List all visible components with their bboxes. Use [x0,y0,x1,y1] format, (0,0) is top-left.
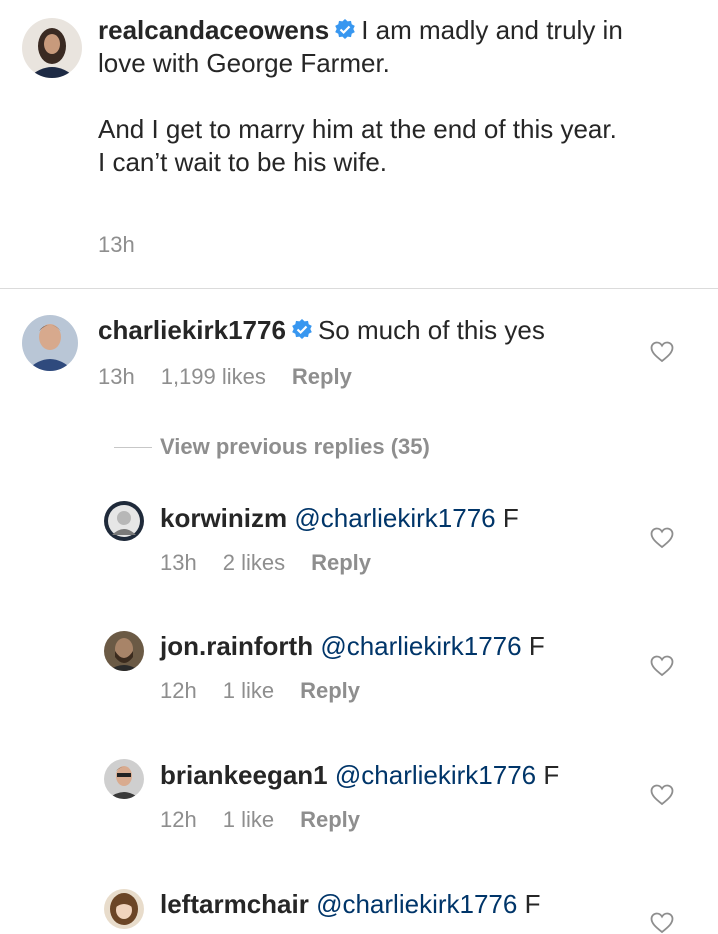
reply-timestamp: 12h [160,678,197,703]
reply-username[interactable]: briankeegan1 [160,760,328,790]
post-username[interactable]: realcandaceowens [98,15,329,45]
reply-timestamp: 12h [160,807,197,832]
reply-mention[interactable]: @charliekirk1776 [294,503,495,533]
verified-badge-icon [290,318,314,342]
comment-text: So much of this yes [317,315,545,345]
reply-meta: 12h 1 like Reply [160,807,386,833]
reply-mention[interactable]: @charliekirk1776 [335,760,536,790]
post-caption: realcandaceowens I am madly and truly in … [98,14,658,179]
comment-meta: 13h 1,199 likes Reply [98,364,378,390]
caption-line-3: I can’t wait to be his wife. [98,147,388,177]
avatar-leftarmchair[interactable] [104,889,144,929]
heart-icon[interactable] [650,527,674,549]
heart-icon[interactable] [650,912,674,934]
divider [0,288,718,289]
reply-mention[interactable]: @charliekirk1776 [316,889,517,919]
reply-text: F [502,503,519,533]
avatar-realcandaceowens[interactable] [22,18,82,78]
reply-text: F [543,760,560,790]
caption-line-2: And I get to marry him at the end of thi… [98,114,617,144]
heart-icon[interactable] [650,655,674,677]
comment-username[interactable]: charliekirk1776 [98,315,286,345]
comment-reply-button[interactable]: Reply [292,364,352,389]
heart-icon[interactable] [650,341,674,363]
heart-icon[interactable] [650,784,674,806]
comment-timestamp: 13h [98,364,135,389]
post-timestamp: 13h [98,232,135,257]
reply-reply-button[interactable]: Reply [300,807,360,832]
reply-meta: 12h 1 like Reply [160,678,386,704]
reply-likes[interactable]: 2 likes [223,550,285,575]
avatar-charliekirk1776[interactable] [22,315,78,371]
reply-timestamp: 13h [160,550,197,575]
reply-reply-button[interactable]: Reply [311,550,371,575]
reply-reply-button[interactable]: Reply [300,678,360,703]
comment-likes[interactable]: 1,199 likes [161,364,266,389]
reply-username[interactable]: korwinizm [160,503,287,533]
reply-body: korwinizm @charliekirk1776 F [160,502,519,534]
reply-username[interactable]: leftarmchair [160,889,309,919]
reply-text: F [524,889,541,919]
verified-badge-icon [333,18,357,42]
post-meta: 13h [98,232,161,258]
avatar-korwinizm[interactable] [104,501,144,541]
reply-username[interactable]: jon.rainforth [160,631,313,661]
reply-mention[interactable]: @charliekirk1776 [320,631,521,661]
view-previous-replies-label: View previous replies (35) [160,434,430,459]
reply-body: leftarmchair @charliekirk1776 F [160,888,540,920]
view-previous-replies-button[interactable]: View previous replies (35) [114,432,430,462]
thread-line [114,446,152,448]
reply-likes[interactable]: 1 like [223,678,274,703]
comment-body: charliekirk1776 So much of this yes [98,314,545,346]
reply-meta: 13h 2 likes Reply [160,550,397,576]
avatar-briankeegan1[interactable] [104,759,144,799]
reply-text: F [528,631,545,661]
reply-body: briankeegan1 @charliekirk1776 F [160,759,559,791]
reply-body: jon.rainforth @charliekirk1776 F [160,630,545,662]
avatar-jon-rainforth[interactable] [104,631,144,671]
reply-likes[interactable]: 1 like [223,807,274,832]
